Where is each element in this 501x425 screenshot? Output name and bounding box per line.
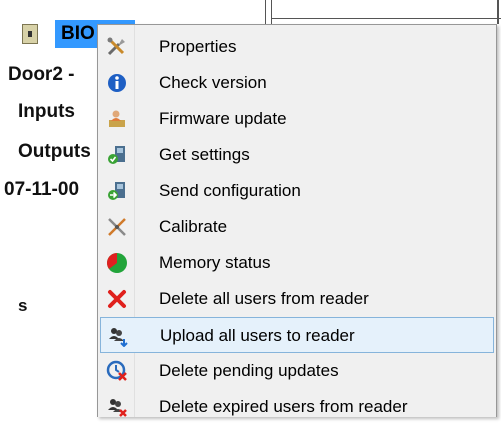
menu-item-label: Check version [159, 73, 267, 92]
red-x-icon [108, 290, 126, 308]
tools-icon [107, 37, 125, 56]
tree-node-date[interactable]: 07-11-00 [4, 179, 79, 201]
send-configuration-icon [108, 182, 125, 200]
menu-item-calibrate[interactable]: Calibrate [100, 209, 494, 245]
calibrate-icon [108, 218, 126, 236]
menu-item-send-configuration[interactable]: Send configuration [100, 173, 494, 209]
column-divider [265, 0, 266, 24]
menu-item-label: Memory status [159, 253, 271, 272]
menu-item-firmware-update[interactable]: Firmware update [100, 101, 494, 137]
menu-item-label: Delete expired users from reader [159, 397, 408, 416]
menu-item-get-settings[interactable]: Get settings [100, 137, 494, 173]
device-icon [22, 24, 38, 44]
right-border [497, 0, 499, 24]
menu-item-label: Get settings [159, 145, 250, 164]
header-line [271, 18, 501, 19]
menu-item-label: Properties [159, 37, 237, 56]
delete-expired-users-icon [108, 399, 127, 417]
tree-node-outputs[interactable]: Outputs [18, 141, 91, 163]
menu-item-delete-all-users[interactable]: Delete all users from reader [100, 281, 494, 317]
get-settings-icon [108, 146, 125, 164]
memory-pie-icon [107, 253, 127, 273]
menu-item-label: Calibrate [159, 217, 228, 236]
menu-item-label: Firmware update [159, 109, 287, 128]
firmware-update-icon [109, 110, 125, 127]
menu-item-label: Delete pending updates [159, 361, 339, 380]
menu-item-label: Delete all users from reader [159, 289, 369, 308]
menu-item-check-version[interactable]: Check version [100, 65, 494, 101]
tree-node-door[interactable]: Door2 - [8, 64, 75, 86]
info-icon [108, 74, 126, 92]
users-upload-icon [109, 328, 128, 347]
menu-item-delete-pending-updates[interactable]: Delete pending updates [100, 353, 494, 389]
context-menu: Properties Check version Firmware update… [97, 24, 497, 417]
delete-pending-icon [106, 360, 127, 381]
column-divider [271, 0, 272, 24]
menu-item-delete-expired-users[interactable]: Delete expired users from reader [100, 389, 494, 425]
menu-item-memory-status[interactable]: Memory status [100, 245, 494, 281]
tree-node-partial: s [18, 296, 28, 315]
tree-node-inputs[interactable]: Inputs [18, 101, 75, 123]
menu-item-label: Upload all users to reader [160, 326, 355, 345]
menu-item-upload-all-users[interactable]: Upload all users to reader [100, 317, 494, 353]
menu-item-properties[interactable]: Properties [100, 29, 494, 65]
menu-item-label: Send configuration [159, 181, 301, 200]
